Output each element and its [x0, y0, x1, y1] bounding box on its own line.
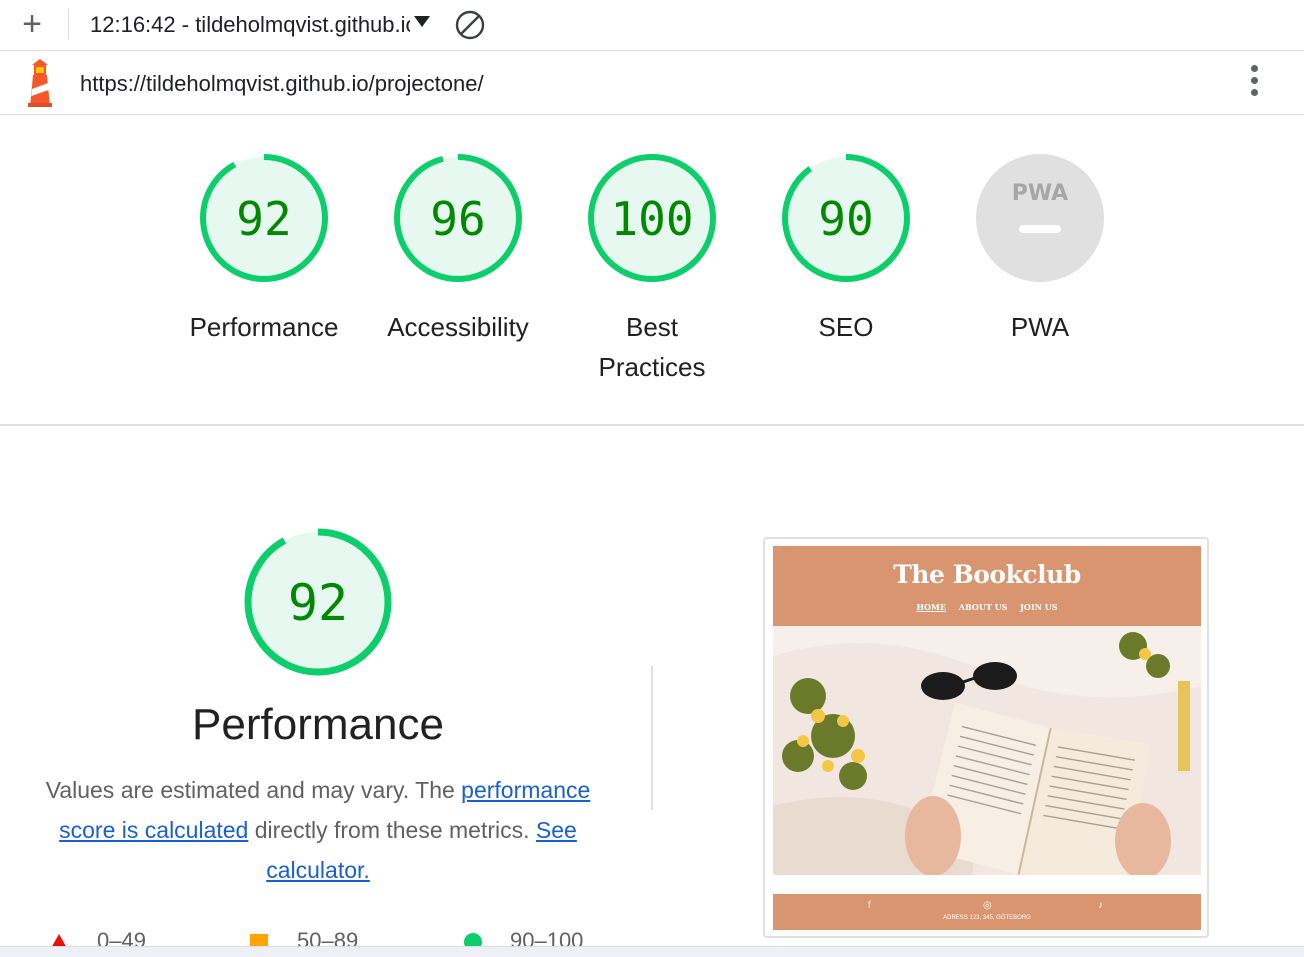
nav-home: HOME — [916, 602, 946, 612]
svg-text:92: 92 — [236, 192, 291, 246]
section-divider — [0, 424, 1304, 426]
svg-text:92: 92 — [288, 574, 348, 632]
desc-text: directly from these metrics. — [248, 817, 536, 843]
site-footer: f ◎ ♪ ADRESS 123, 345, GÖTEBORG — [773, 894, 1201, 930]
report-toolbar: + 12:16:42 - tildeholmqvist.github.io — [0, 0, 1304, 51]
score-gauge: 92 — [200, 154, 328, 282]
hero-image — [773, 626, 1201, 875]
nav-about: ABOUT US — [958, 602, 1008, 612]
gauge-label: PWA — [1010, 312, 1070, 342]
gauge-seo[interactable]: 90 SEO — [746, 153, 946, 347]
site-title: The Bookclub — [893, 560, 1081, 589]
instagram-icon: ◎ — [983, 900, 992, 911]
gauge-label: SEO — [818, 312, 874, 342]
nav-join: JOIN US — [1020, 602, 1058, 612]
svg-text:90: 90 — [818, 192, 873, 246]
bottom-edge — [0, 946, 1304, 957]
caret-down-icon[interactable] — [414, 16, 430, 27]
tiktok-icon: ♪ — [1098, 900, 1103, 911]
page-url[interactable]: https://tildeholmqvist.github.io/project… — [80, 71, 484, 97]
url-bar: https://tildeholmqvist.github.io/project… — [0, 51, 1304, 115]
gauge-accessibility[interactable]: 96 Accessibility — [358, 153, 558, 347]
footer-address: ADRESS 123, 345, GÖTEBORG — [943, 915, 1031, 921]
kebab-menu-icon[interactable] — [1242, 65, 1266, 99]
gauge-pwa[interactable]: PWA PWA — [940, 153, 1140, 347]
site-header: The Bookclub HOME ABOUT US JOIN US — [773, 546, 1201, 626]
gauge-best-practices[interactable]: 100 Best Practices — [552, 153, 752, 387]
report-select[interactable]: 12:16:42 - tildeholmqvist.github.io — [90, 12, 410, 38]
performance-title: Performance — [192, 700, 444, 749]
desc-text: Values are estimated and may vary. The — [45, 777, 462, 803]
toolbar-separator — [68, 9, 69, 39]
performance-gauge: 92 — [244, 528, 392, 676]
gauge-label: Accessibility — [387, 312, 529, 342]
score-gauge: 96 — [394, 154, 522, 282]
gauge-performance[interactable]: 92 Performance — [164, 153, 364, 347]
block-icon[interactable] — [455, 10, 485, 40]
site-nav: HOME ABOUT US JOIN US — [773, 602, 1201, 612]
score-gauge: 90 — [782, 154, 910, 282]
svg-text:96: 96 — [430, 192, 485, 246]
score-gauge: 100 — [588, 154, 716, 282]
final-screenshot[interactable]: The Bookclub HOME ABOUT US JOIN US f ◎ ♪… — [763, 537, 1209, 938]
gauge-label: Performance — [189, 312, 339, 342]
plus-icon[interactable]: + — [17, 7, 47, 41]
footer-icons: f ◎ ♪ — [773, 900, 1201, 912]
facebook-icon: f — [868, 900, 871, 911]
svg-text:PWA: PWA — [1012, 181, 1068, 206]
lighthouse-icon — [28, 59, 52, 107]
performance-description: Values are estimated and may vary. The p… — [25, 770, 611, 890]
gauge-label: Best Practices — [598, 312, 706, 382]
svg-text:100: 100 — [610, 192, 693, 246]
vertical-divider — [651, 666, 653, 810]
pwa-badge-icon: PWA — [976, 154, 1104, 282]
